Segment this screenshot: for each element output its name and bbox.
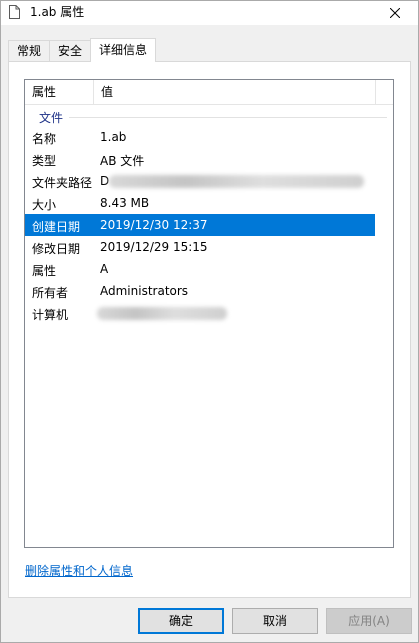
tab-strip: 常规 安全 详细信息 — [8, 38, 157, 62]
column-header-property[interactable]: 属性 — [25, 80, 94, 104]
list-item[interactable]: 大小 8.43 MB — [25, 192, 393, 214]
property-name: 文件夹路径 — [32, 176, 93, 190]
group-header[interactable]: 文件 — [25, 106, 393, 126]
details-panel: 属性 值 文件 名称 1.ab 类型 AB 文件 文件夹路径 D 大小 8.43… — [8, 61, 411, 598]
tab-general[interactable]: 常规 — [8, 40, 51, 62]
list-item-selected[interactable]: 创建日期 2019/12/30 12:37 — [25, 214, 375, 236]
list-item[interactable]: 名称 1.ab — [25, 126, 393, 148]
property-value: D — [100, 174, 110, 188]
list-item[interactable]: 属性 A — [25, 258, 393, 280]
redacted-path — [109, 175, 364, 188]
cancel-button[interactable]: 取消 — [232, 608, 318, 634]
property-name: 大小 — [32, 198, 57, 212]
property-name: 所有者 — [32, 286, 69, 300]
tab-security[interactable]: 安全 — [49, 40, 92, 62]
properties-window: 1.ab 属性 常规 安全 详细信息 属性 值 文件 名称 1.ab 类型 AB… — [0, 0, 419, 643]
group-label: 文件 — [39, 111, 64, 125]
property-value: 2019/12/30 12:37 — [100, 218, 208, 232]
property-value: A — [100, 262, 109, 276]
property-value: Administrators — [100, 284, 189, 298]
group-divider — [69, 117, 387, 118]
apply-button[interactable]: 应用(A) — [326, 608, 412, 634]
property-value: AB 文件 — [100, 154, 145, 168]
remove-properties-link[interactable]: 删除属性和个人信息 — [25, 562, 133, 579]
title-bar[interactable]: 1.ab 属性 — [1, 1, 418, 25]
list-header: 属性 值 — [25, 80, 393, 105]
property-value: 1.ab — [100, 130, 127, 144]
property-value: 2019/12/29 15:15 — [100, 240, 208, 254]
close-icon — [390, 8, 400, 18]
list-item[interactable]: 计算机 — [25, 302, 393, 324]
property-name: 修改日期 — [32, 242, 81, 256]
property-name: 类型 — [32, 154, 57, 168]
list-item[interactable]: 所有者 Administrators — [25, 280, 393, 302]
details-list[interactable]: 属性 值 文件 名称 1.ab 类型 AB 文件 文件夹路径 D 大小 8.43… — [24, 79, 394, 548]
tab-details[interactable]: 详细信息 — [90, 38, 157, 62]
file-icon — [9, 5, 20, 19]
column-header-value[interactable]: 值 — [94, 80, 376, 104]
property-name: 创建日期 — [32, 220, 81, 234]
list-item[interactable]: 文件夹路径 D — [25, 170, 393, 192]
list-item[interactable]: 类型 AB 文件 — [25, 148, 393, 170]
window-title: 1.ab 属性 — [30, 5, 85, 19]
property-name: 名称 — [32, 132, 57, 146]
property-value: 8.43 MB — [100, 196, 150, 210]
redacted-computer-name — [97, 307, 227, 320]
ok-button[interactable]: 确定 — [138, 608, 224, 634]
property-name: 属性 — [32, 264, 57, 278]
property-name: 计算机 — [32, 308, 69, 322]
close-button[interactable] — [372, 1, 418, 25]
list-item[interactable]: 修改日期 2019/12/29 15:15 — [25, 236, 393, 258]
